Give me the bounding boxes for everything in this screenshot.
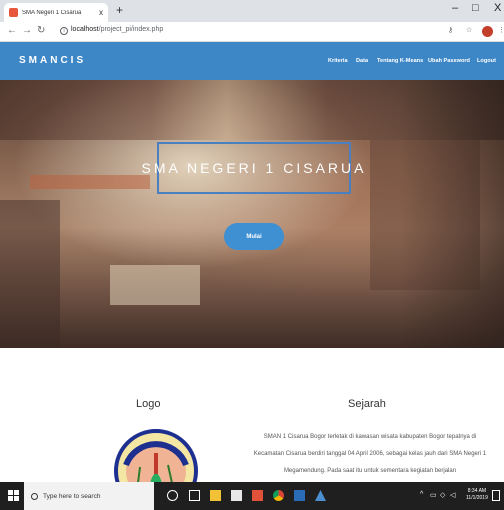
store-icon[interactable] bbox=[231, 490, 242, 501]
chrome-icon[interactable] bbox=[273, 490, 284, 501]
taskbar-clock[interactable]: 8:34 AM 11/1/2019 bbox=[466, 488, 488, 502]
task-view-icon[interactable] bbox=[189, 490, 200, 501]
cortana-icon[interactable] bbox=[167, 490, 178, 501]
taskbar-search-box[interactable]: Type here to search bbox=[24, 482, 154, 510]
hero-banner: SMA NEGERI 1 CISARUA Mulai bbox=[0, 80, 504, 348]
site-navbar: SMANCIS Kriteria Data Tentang K-Means Ub… bbox=[0, 42, 504, 80]
tray-expand-icon[interactable]: ^ bbox=[420, 491, 423, 498]
tab-close-button[interactable]: x bbox=[99, 8, 103, 17]
menu-dots-icon[interactable]: ⋮ bbox=[498, 26, 504, 34]
reload-icon[interactable]: ↻ bbox=[37, 25, 45, 36]
bookmark-star-icon[interactable]: ☆ bbox=[466, 26, 472, 34]
file-explorer-icon[interactable] bbox=[210, 490, 221, 501]
vscode-icon[interactable] bbox=[315, 490, 326, 501]
url-field[interactable]: i localhost/project_pi/index.php bbox=[60, 26, 163, 35]
battery-icon[interactable]: ▭ bbox=[430, 491, 437, 499]
hero-title-box: SMA NEGERI 1 CISARUA bbox=[142, 142, 363, 194]
url-path: /project_pi/index.php bbox=[98, 26, 164, 33]
start-button[interactable]: Mulai bbox=[224, 223, 284, 250]
minimize-button[interactable]: – bbox=[452, 2, 458, 14]
address-bar-row: ← → ↻ i localhost/project_pi/index.php ⚷ … bbox=[0, 22, 504, 42]
url-host: localhost bbox=[71, 26, 99, 33]
nav-link-data[interactable]: Data bbox=[356, 58, 368, 64]
windows-taskbar: Type here to search ^ ▭ ◇ ◁ 8:34 AM 11/1… bbox=[0, 482, 504, 510]
new-tab-button[interactable]: + bbox=[116, 3, 123, 17]
search-icon bbox=[31, 492, 38, 500]
nav-link-tentang-kmeans[interactable]: Tentang K-Means bbox=[377, 58, 423, 64]
volume-icon[interactable]: ◁ bbox=[450, 491, 455, 499]
back-arrow-icon[interactable]: ← bbox=[7, 25, 17, 36]
sejarah-section-title: Sejarah bbox=[348, 398, 386, 410]
tab-title: SMA Negeri 1 Cisarua bbox=[22, 9, 82, 16]
forward-arrow-icon[interactable]: → bbox=[22, 25, 32, 36]
school-logo-image bbox=[110, 425, 202, 485]
logo-section-title: Logo bbox=[136, 398, 161, 410]
site-brand[interactable]: SMANCIS bbox=[19, 55, 86, 66]
clock-date: 11/1/2019 bbox=[466, 495, 488, 501]
key-icon[interactable]: ⚷ bbox=[448, 26, 453, 34]
nav-link-logout[interactable]: Logout bbox=[477, 58, 496, 64]
nav-link-kriteria[interactable]: Kriteria bbox=[328, 58, 348, 64]
site-info-icon[interactable]: i bbox=[60, 27, 68, 35]
close-window-button[interactable]: X bbox=[494, 2, 501, 14]
app-icon[interactable] bbox=[252, 490, 263, 501]
hero-title: SMA NEGERI 1 CISARUA bbox=[141, 160, 367, 176]
windows-start-icon[interactable] bbox=[8, 490, 20, 502]
network-icon[interactable]: ◇ bbox=[440, 491, 445, 499]
action-center-icon[interactable] bbox=[492, 490, 500, 501]
sejarah-paragraph: SMAN 1 Cisarua Bogor terletak di kawasan… bbox=[253, 434, 487, 474]
nav-link-ubah-password[interactable]: Ubah Password bbox=[428, 58, 470, 64]
clock-time: 8:34 AM bbox=[467, 488, 487, 494]
site-favicon-icon bbox=[9, 8, 18, 17]
word-icon[interactable] bbox=[294, 490, 305, 501]
browser-tab[interactable]: SMA Negeri 1 Cisarua x bbox=[4, 3, 108, 22]
taskbar-search-placeholder: Type here to search bbox=[43, 492, 101, 500]
profile-avatar[interactable] bbox=[482, 26, 493, 37]
maximize-button[interactable]: □ bbox=[472, 2, 479, 14]
browser-tab-strip: SMA Negeri 1 Cisarua x + – □ X bbox=[0, 0, 504, 22]
